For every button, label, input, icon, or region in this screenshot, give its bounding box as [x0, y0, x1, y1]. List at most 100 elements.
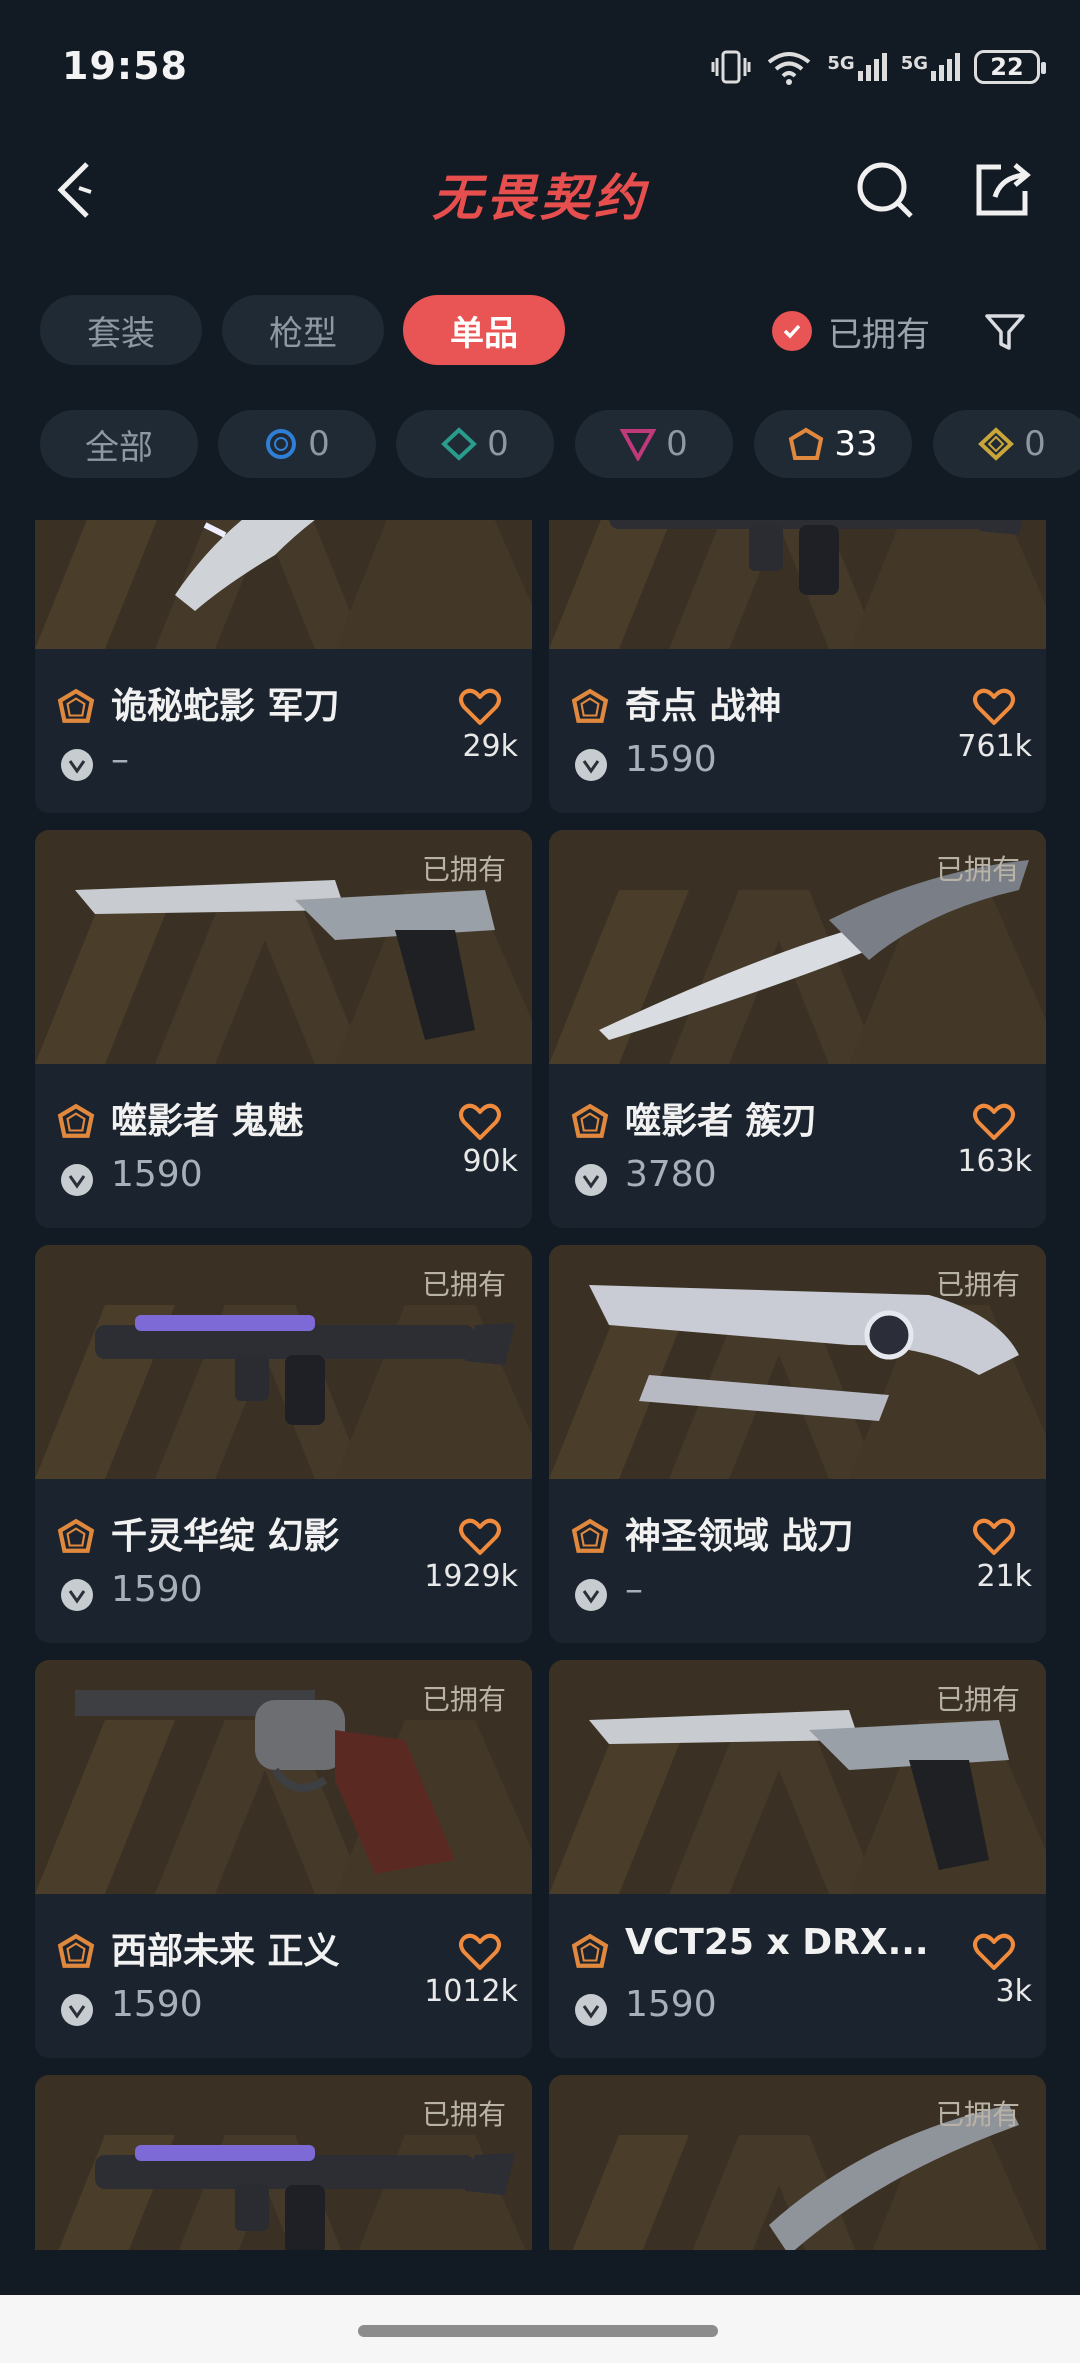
item-name: 噬影者 簇刃 — [625, 1101, 818, 1142]
item-name: 神圣领域 战刀 — [625, 1516, 854, 1557]
like-count: 3k — [995, 1974, 1032, 2009]
search-icon — [857, 162, 913, 218]
currency-icon — [575, 1994, 607, 2026]
owned-badge: 已拥有 — [421, 2098, 506, 2131]
heart-icon[interactable] — [458, 1102, 502, 1142]
item-card[interactable]: 已拥有 西部未来 正义 1590 1012k — [35, 1660, 532, 2058]
heart-icon[interactable] — [972, 1517, 1016, 1557]
status-bar: 19:58 5G 5G 22 — [0, 0, 1080, 120]
item-card[interactable]: 已拥有 噬影者 鬼魅 1590 90k — [35, 830, 532, 1228]
item-name: 诡秘蛇影 军刀 — [111, 686, 340, 727]
rarity-chip-ultra-count: 0 — [1024, 424, 1046, 464]
like-count: 163k — [957, 1144, 1032, 1179]
signal-2-label: 5G — [900, 53, 928, 74]
exclusive-tier-icon — [789, 427, 824, 460]
filter-icon — [985, 314, 1025, 350]
premium-tier-icon — [620, 429, 657, 461]
currency-icon — [61, 1579, 93, 1611]
heart-icon[interactable] — [972, 687, 1016, 727]
item-image: 已拥有 — [549, 520, 1046, 649]
rifle-icon — [609, 520, 1023, 595]
item-price: – — [625, 1569, 643, 1610]
signal-2: 5G — [901, 53, 960, 81]
share-icon — [976, 163, 1031, 216]
filter-button[interactable] — [978, 305, 1032, 359]
heart-icon[interactable] — [972, 1102, 1016, 1142]
home-indicator[interactable] — [358, 2325, 718, 2337]
owned-badge: 已拥有 — [935, 1268, 1020, 1301]
rarity-chip-premium[interactable]: 0 — [575, 410, 733, 478]
checkmark-icon — [772, 311, 812, 351]
item-price: 1590 — [111, 1569, 203, 1610]
status-icons: 5G 5G 22 — [711, 48, 1046, 86]
owned-badge: 已拥有 — [935, 853, 1020, 886]
item-card[interactable]: 已拥有奇点 战神 1590 761k — [549, 520, 1046, 813]
rarity-chip-select[interactable]: 0 — [218, 410, 376, 478]
item-card[interactable]: 已拥有 — [35, 2075, 532, 2250]
item-price: – — [111, 739, 129, 780]
item-image: 已拥有 — [549, 830, 1046, 1064]
item-price: 1590 — [625, 1984, 717, 2025]
battery-level: 22 — [990, 53, 1024, 81]
item-image: 已拥有 — [549, 1245, 1046, 1479]
rarity-chip-exclusive[interactable]: 33 — [754, 410, 912, 478]
rarity-chip-all[interactable]: 全部 — [40, 410, 198, 478]
karambit-icon — [175, 520, 315, 611]
item-card[interactable]: 已拥有 — [549, 2075, 1046, 2250]
item-card[interactable]: 已拥有诡秘蛇影 军刀 – 29k — [35, 520, 532, 813]
tab-single-items-label: 单品 — [450, 313, 518, 354]
item-card[interactable]: 已拥有 千灵华绽 幻影 1590 1929k — [35, 1245, 532, 1643]
exclusive-tier-icon — [571, 1103, 609, 1138]
item-price: 1590 — [625, 739, 717, 780]
status-time: 19:58 — [62, 44, 188, 88]
rarity-chip-deluxe-count: 0 — [487, 424, 509, 464]
rarity-chip-premium-count: 0 — [666, 424, 688, 464]
item-grid: 已拥有诡秘蛇影 军刀–29k已拥有奇点 战神1590761k已拥有噬影者 鬼魅1… — [0, 520, 1080, 2250]
item-image: 已拥有 — [35, 2075, 532, 2250]
search-button[interactable] — [845, 150, 925, 230]
heart-icon[interactable] — [458, 1932, 502, 1972]
tab-single-items[interactable]: 单品 — [403, 295, 565, 365]
item-card[interactable]: 已拥有 VCT25 x DRX... 1590 3k — [549, 1660, 1046, 2058]
share-button[interactable] — [962, 150, 1042, 230]
item-image: 已拥有 — [35, 830, 532, 1064]
like-count: 29k — [462, 729, 518, 764]
exclusive-tier-icon — [57, 688, 95, 723]
item-name: 西部未来 正义 — [111, 1931, 340, 1972]
owned-badge: 已拥有 — [421, 853, 506, 886]
rarity-chip-ultra[interactable]: 0 — [933, 410, 1080, 478]
heart-icon[interactable] — [458, 1517, 502, 1557]
tab-weapon-type-label: 枪型 — [269, 313, 337, 354]
rarity-chip-all-label: 全部 — [85, 427, 153, 468]
item-card[interactable]: 已拥有 神圣领域 战刀 – 21k — [549, 1245, 1046, 1643]
category-tabs: 套装 枪型 单品 已拥有 — [0, 295, 1080, 367]
currency-icon — [575, 1164, 607, 1196]
rarity-chip-deluxe[interactable]: 0 — [396, 410, 554, 478]
owned-badge: 已拥有 — [935, 2098, 1020, 2131]
heart-icon[interactable] — [972, 1932, 1016, 1972]
tab-bundles[interactable]: 套装 — [40, 295, 202, 365]
like-count: 1929k — [424, 1559, 518, 1594]
currency-icon — [61, 1164, 93, 1196]
system-nav-bar — [0, 2295, 1080, 2363]
item-image: 已拥有 — [35, 1245, 532, 1479]
item-price: 3780 — [625, 1154, 717, 1195]
item-card[interactable]: 已拥有噬影者 簇刃 3780 163k — [549, 830, 1046, 1228]
owned-badge: 已拥有 — [421, 1268, 506, 1301]
deluxe-tier-icon — [441, 427, 478, 461]
exclusive-tier-icon — [571, 1518, 609, 1553]
rarity-chip-select-count: 0 — [308, 424, 330, 464]
currency-icon — [61, 749, 93, 781]
exclusive-tier-icon — [571, 1933, 609, 1968]
signal-1: 5G — [827, 53, 887, 81]
item-image: 已拥有 — [35, 1660, 532, 1894]
owned-filter-toggle[interactable]: 已拥有 — [772, 303, 930, 359]
owned-filter-label: 已拥有 — [828, 314, 930, 355]
tab-weapon-type[interactable]: 枪型 — [222, 295, 384, 365]
item-name: 奇点 战神 — [625, 686, 782, 727]
exclusive-tier-icon — [57, 1933, 95, 1968]
owned-badge: 已拥有 — [935, 1683, 1020, 1716]
heart-icon[interactable] — [458, 687, 502, 727]
item-name: 噬影者 鬼魅 — [111, 1101, 304, 1142]
exclusive-tier-icon — [57, 1103, 95, 1138]
